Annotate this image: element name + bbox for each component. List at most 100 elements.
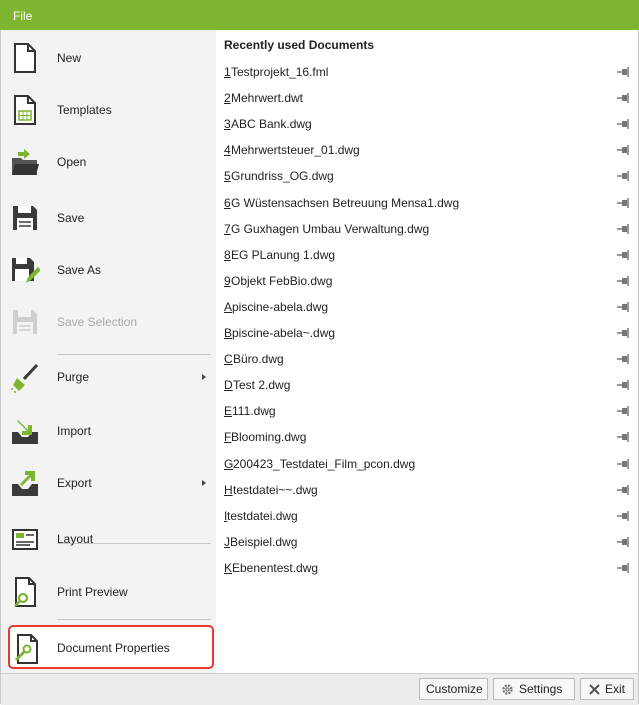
recent-document-name: Mehrwert.dwt	[231, 91, 304, 106]
pin-icon[interactable]	[617, 406, 629, 417]
pin-icon[interactable]	[617, 301, 629, 312]
recent-document-item[interactable]: 5 Grundriss_OG.dwg	[216, 162, 636, 188]
recent-document-name: testdatei~~.dwg	[233, 482, 318, 497]
menu-item-document-properties[interactable]: Document Properties	[8, 625, 214, 669]
menu-item-print-preview[interactable]: Print Preview	[1, 567, 216, 619]
recent-document-name: Beispiel.dwg	[230, 534, 298, 549]
menu-label: Save As	[57, 263, 102, 277]
recent-document-shortcut: A	[224, 299, 233, 314]
menu-label: Open	[57, 155, 87, 169]
backstage-view: New Templates Open Save Save As Save Sel…	[0, 30, 639, 705]
recent-document-name: G Wüstensachsen Betreuung Mensa1.dwg	[231, 195, 460, 210]
menu-separator	[57, 619, 211, 620]
submenu-arrow-icon	[202, 374, 206, 380]
recent-document-item[interactable]: 2 Mehrwert.dwt	[216, 84, 636, 110]
pin-icon[interactable]	[617, 354, 629, 365]
recent-document-shortcut: 1	[224, 65, 231, 79]
menu-item-purge[interactable]: Purge	[1, 352, 216, 404]
menu-item-open[interactable]: Open	[1, 137, 216, 189]
recent-document-shortcut: 7	[224, 221, 231, 236]
recent-document-item[interactable]: E 111.dwg	[216, 397, 636, 423]
print-preview-icon	[14, 577, 36, 607]
recent-document-item[interactable]: 3 ABC Bank.dwg	[216, 110, 636, 136]
recent-document-item[interactable]: 6 G Wüstensachsen Betreuung Mensa1.dwg	[216, 189, 636, 215]
layout-icon	[12, 529, 38, 550]
menu-item-import[interactable]: Import	[1, 406, 216, 458]
recent-document-item[interactable]: 1 Testprojekt_16.fml	[216, 58, 636, 84]
recent-document-name: piscine-abela.dwg	[232, 299, 329, 314]
recent-document-item[interactable]: G 200423_Testdatei_Film_pcon.dwg	[216, 450, 636, 476]
pin-icon[interactable]	[617, 484, 629, 495]
sidebar: New Templates Open Save Save As Save Sel…	[1, 30, 216, 673]
import-icon	[12, 420, 38, 444]
menu-item-save-as[interactable]: Save As	[1, 245, 216, 297]
save-as-icon	[12, 258, 40, 283]
recent-document-item[interactable]: 7 G Guxhagen Umbau Verwaltung.dwg	[216, 215, 636, 241]
recent-document-item[interactable]: 8 EG PLanung 1.dwg	[216, 241, 636, 267]
settings-button[interactable]: Settings	[493, 678, 575, 700]
recent-document-item[interactable]: D Test 2.dwg	[216, 371, 636, 397]
backstage-footer: Customize Settings Exit	[1, 673, 638, 705]
recent-documents-panel: Recently used Documents 1 Testprojekt_16…	[216, 30, 636, 673]
recent-document-shortcut: H	[224, 482, 233, 497]
recent-document-item[interactable]: C Büro.dwg	[216, 345, 636, 371]
pin-icon[interactable]	[617, 432, 629, 443]
recent-document-item[interactable]: B piscine-abela~.dwg	[216, 319, 636, 345]
pin-icon[interactable]	[617, 93, 629, 104]
pin-icon[interactable]	[617, 197, 629, 208]
recent-document-shortcut: 2	[224, 91, 231, 106]
recent-document-item[interactable]: F Blooming.dwg	[216, 423, 636, 449]
recent-document-item[interactable]: J Beispiel.dwg	[216, 528, 636, 554]
pin-icon[interactable]	[617, 223, 629, 234]
document-properties-icon	[15, 634, 38, 664]
recent-document-item[interactable]: H testdatei~~.dwg	[216, 476, 636, 502]
menu-label: Export	[57, 476, 92, 490]
recent-document-name: Büro.dwg	[233, 352, 284, 367]
menu-label: Document Properties	[57, 641, 170, 655]
menu-item-layout[interactable]: Layout	[1, 514, 216, 566]
recent-document-shortcut: 9	[224, 273, 231, 288]
pin-icon[interactable]	[617, 562, 629, 573]
purge-broom-icon	[11, 363, 39, 393]
customize-button[interactable]: Customize	[419, 678, 488, 700]
pin-icon[interactable]	[617, 328, 629, 338]
close-icon	[589, 684, 600, 695]
file-tab-label[interactable]: File	[13, 9, 32, 23]
recent-document-name: Test 2.dwg	[233, 378, 291, 393]
recent-document-name: 200423_Testdatei_Film_pcon.dwg	[233, 456, 416, 471]
recent-document-item[interactable]: 9 Objekt FebBio.dwg	[216, 267, 636, 293]
pin-icon[interactable]	[617, 458, 629, 469]
recent-document-name: G Guxhagen Umbau Verwaltung.dwg	[231, 221, 430, 236]
menu-item-export[interactable]: Export	[1, 458, 216, 510]
pin-icon[interactable]	[617, 536, 629, 547]
pin-icon[interactable]	[617, 380, 629, 391]
pin-icon[interactable]	[617, 249, 629, 260]
recent-document-name: 111.dwg	[232, 404, 276, 419]
pin-icon[interactable]	[617, 119, 629, 130]
menu-label: Purge	[57, 370, 90, 384]
recent-document-name: Objekt FebBio.dwg	[231, 273, 333, 288]
pin-icon[interactable]	[617, 510, 629, 521]
recent-document-item[interactable]: K Ebenentest.dwg	[216, 554, 636, 580]
recent-document-item[interactable]: A piscine-abela.dwg	[216, 293, 636, 319]
recent-document-shortcut: B	[224, 326, 233, 340]
settings-label: Settings	[519, 682, 563, 696]
recent-document-name: Ebenentest.dwg	[232, 560, 319, 575]
recent-document-shortcut: G	[224, 456, 234, 471]
recent-document-item[interactable]: 4 Mehrwertsteuer_01.dwg	[216, 136, 636, 162]
new-document-icon	[14, 43, 36, 73]
recent-document-shortcut: 8	[224, 247, 231, 262]
recent-document-name: piscine-abela~.dwg	[232, 326, 336, 340]
menu-item-save[interactable]: Save	[1, 193, 216, 245]
recent-document-item[interactable]: I testdatei.dwg	[216, 502, 636, 528]
save-selection-icon	[13, 310, 37, 334]
menu-label: Save	[57, 211, 85, 225]
pin-icon[interactable]	[617, 67, 629, 77]
menu-item-templates[interactable]: Templates	[1, 85, 216, 137]
open-folder-icon	[12, 149, 39, 175]
menu-item-new[interactable]: New	[1, 33, 216, 85]
pin-icon[interactable]	[617, 275, 629, 286]
pin-icon[interactable]	[617, 171, 629, 182]
exit-button[interactable]: Exit	[580, 678, 634, 700]
pin-icon[interactable]	[617, 145, 629, 156]
